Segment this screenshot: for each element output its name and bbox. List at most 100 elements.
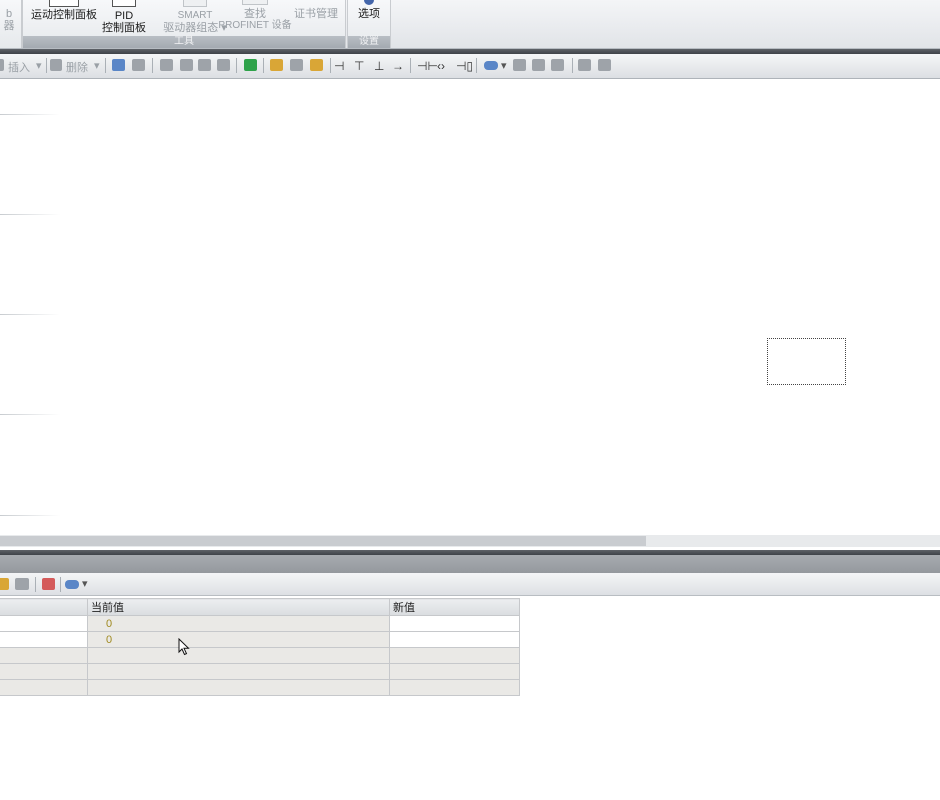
toolbar-separator bbox=[46, 58, 47, 73]
table-row[interactable]: 0 bbox=[0, 631, 520, 648]
find-profinet-device-button[interactable]: 查找 PROFINET 设备 bbox=[217, 0, 293, 32]
network-properties-icon[interactable] bbox=[598, 59, 611, 71]
insert-downward-line-icon[interactable]: ⊣ bbox=[334, 59, 344, 73]
toolbar-separator bbox=[410, 58, 411, 73]
certificate-management-button[interactable]: 证书管理 bbox=[291, 8, 341, 20]
toolbar-separator bbox=[35, 577, 36, 592]
remove-bookmark-icon[interactable] bbox=[132, 59, 145, 71]
ribbon: b 器 运动控制面板 PID 控制面板 SMART 驱动器组态 ▾ 查找 PRO… bbox=[0, 0, 940, 49]
comment-icon[interactable] bbox=[160, 59, 173, 71]
gear-icon bbox=[364, 0, 374, 5]
new-value-cell[interactable] bbox=[389, 647, 520, 664]
current-value-cell: 0 bbox=[87, 631, 390, 648]
symbol-view-dropdown-icon[interactable]: ▾ bbox=[501, 59, 507, 72]
find-label-line2: PROFINET 设备 bbox=[218, 20, 292, 31]
edit-pou-icon[interactable] bbox=[532, 59, 545, 71]
status-chart-title-bar bbox=[0, 555, 940, 573]
partial-tool-icon[interactable] bbox=[0, 578, 9, 590]
table-row[interactable] bbox=[0, 663, 520, 680]
unlock-icon[interactable] bbox=[290, 59, 303, 71]
program-editor[interactable] bbox=[0, 79, 940, 535]
settings-group-label: 设置 bbox=[348, 36, 390, 48]
partial-ribbon-label-bottom: 器 bbox=[3, 20, 15, 32]
symbol-table-icon[interactable] bbox=[513, 59, 526, 71]
network-divider bbox=[0, 414, 60, 415]
toolbar-separator bbox=[105, 58, 106, 73]
toolbar-separator bbox=[152, 58, 153, 73]
ribbon-group-tools: 运动控制面板 PID 控制面板 SMART 驱动器组态 ▾ 查找 PROFINE… bbox=[22, 0, 346, 48]
options-label: 选项 bbox=[358, 8, 380, 20]
toolbar-separator bbox=[236, 58, 237, 73]
network-bookmark-icon[interactable] bbox=[112, 59, 125, 71]
network-divider bbox=[0, 114, 60, 115]
insert-upward-line-icon[interactable]: ⊤ bbox=[354, 59, 364, 73]
address-cell[interactable] bbox=[0, 615, 88, 632]
network-divider bbox=[0, 314, 60, 315]
table-row[interactable] bbox=[0, 647, 520, 664]
program-status-icon[interactable] bbox=[217, 59, 230, 71]
trend-view-icon[interactable] bbox=[42, 578, 55, 590]
symbol-view-dropdown-icon[interactable]: ▾ bbox=[82, 577, 88, 590]
toolbar-separator bbox=[263, 58, 264, 73]
network-divider bbox=[0, 515, 60, 516]
lock-icon[interactable] bbox=[270, 59, 283, 71]
undo-icon[interactable] bbox=[180, 59, 193, 71]
find-device-icon bbox=[242, 0, 268, 5]
address-cell[interactable] bbox=[0, 679, 88, 696]
status-chart-toolbar: ▾ bbox=[0, 573, 940, 596]
pou-properties-icon[interactable] bbox=[578, 59, 591, 71]
toolbar-separator bbox=[572, 58, 573, 73]
insert-coil-icon[interactable]: ‹› bbox=[437, 59, 445, 73]
editor-toolbar: 插入 ▾ 删除 ▾ ⊣ ⊤ ⊥ → ⊣⊢ ‹› ⊣▯ ▾ bbox=[0, 54, 940, 79]
insert-box-icon[interactable]: ⊣▯ bbox=[456, 59, 473, 73]
options-button[interactable]: 选项 bbox=[348, 0, 390, 20]
protect-icon[interactable] bbox=[310, 59, 323, 71]
insert-left-line-icon[interactable]: ⊥ bbox=[374, 59, 384, 73]
insert-right-line-icon[interactable]: → bbox=[392, 59, 404, 73]
partial-tool-icon[interactable] bbox=[0, 59, 4, 71]
scrollbar-thumb[interactable] bbox=[0, 536, 646, 546]
partial-ribbon-label-top: b bbox=[5, 8, 13, 20]
toolbar-separator bbox=[476, 58, 477, 73]
new-value-cell[interactable] bbox=[389, 679, 520, 696]
read-values-icon[interactable] bbox=[15, 578, 29, 590]
table-row[interactable]: 0 bbox=[0, 615, 520, 632]
toolbar-separator bbox=[330, 58, 331, 73]
pid-control-panel-button[interactable]: PID 控制面板 bbox=[99, 0, 149, 34]
insert-button[interactable]: 插入 bbox=[8, 59, 30, 75]
motion-control-panel-label: 运动控制面板 bbox=[31, 9, 97, 21]
motion-panel-icon bbox=[49, 0, 79, 7]
partial-ribbon-button[interactable]: b 器 bbox=[0, 8, 19, 32]
edit-network-icon[interactable] bbox=[551, 59, 564, 71]
table-row[interactable] bbox=[0, 679, 520, 696]
current-value-cell bbox=[87, 647, 390, 664]
new-value-cell[interactable] bbox=[389, 663, 520, 680]
horizontal-scrollbar[interactable] bbox=[0, 535, 940, 547]
ribbon-group-settings: 选项 设置 bbox=[347, 0, 391, 48]
pid-panel-icon bbox=[112, 0, 136, 7]
address-cell[interactable] bbox=[0, 647, 88, 664]
download-icon[interactable] bbox=[244, 59, 257, 71]
current-value-cell: 0 bbox=[87, 615, 390, 632]
instruction-selection-box[interactable] bbox=[767, 338, 846, 385]
column-header-current-value: 当前值 bbox=[87, 598, 390, 616]
pid-label-line2: 控制面板 bbox=[102, 22, 146, 34]
address-cell[interactable] bbox=[0, 631, 88, 648]
symbol-view-icon[interactable] bbox=[65, 580, 79, 589]
symbol-view-icon[interactable] bbox=[484, 61, 498, 70]
insert-contact-icon[interactable]: ⊣⊢ bbox=[417, 59, 438, 73]
motion-control-panel-button[interactable]: 运动控制面板 bbox=[27, 0, 101, 21]
delete-button[interactable]: 删除 bbox=[66, 59, 88, 75]
delete-dropdown-icon[interactable]: ▾ bbox=[94, 59, 100, 72]
column-header-new-value: 新值 bbox=[389, 598, 520, 616]
redo-icon[interactable] bbox=[198, 59, 211, 71]
find-label-line1: 查找 bbox=[244, 8, 266, 20]
mouse-pointer-icon bbox=[178, 638, 190, 656]
network-divider bbox=[0, 214, 60, 215]
column-header-address bbox=[0, 598, 88, 616]
insert-dropdown-icon[interactable]: ▾ bbox=[36, 59, 42, 72]
new-value-cell[interactable] bbox=[389, 631, 520, 648]
status-chart-table: 当前值 新值 0 0 bbox=[0, 598, 520, 696]
new-value-cell[interactable] bbox=[389, 615, 520, 632]
address-cell[interactable] bbox=[0, 663, 88, 680]
